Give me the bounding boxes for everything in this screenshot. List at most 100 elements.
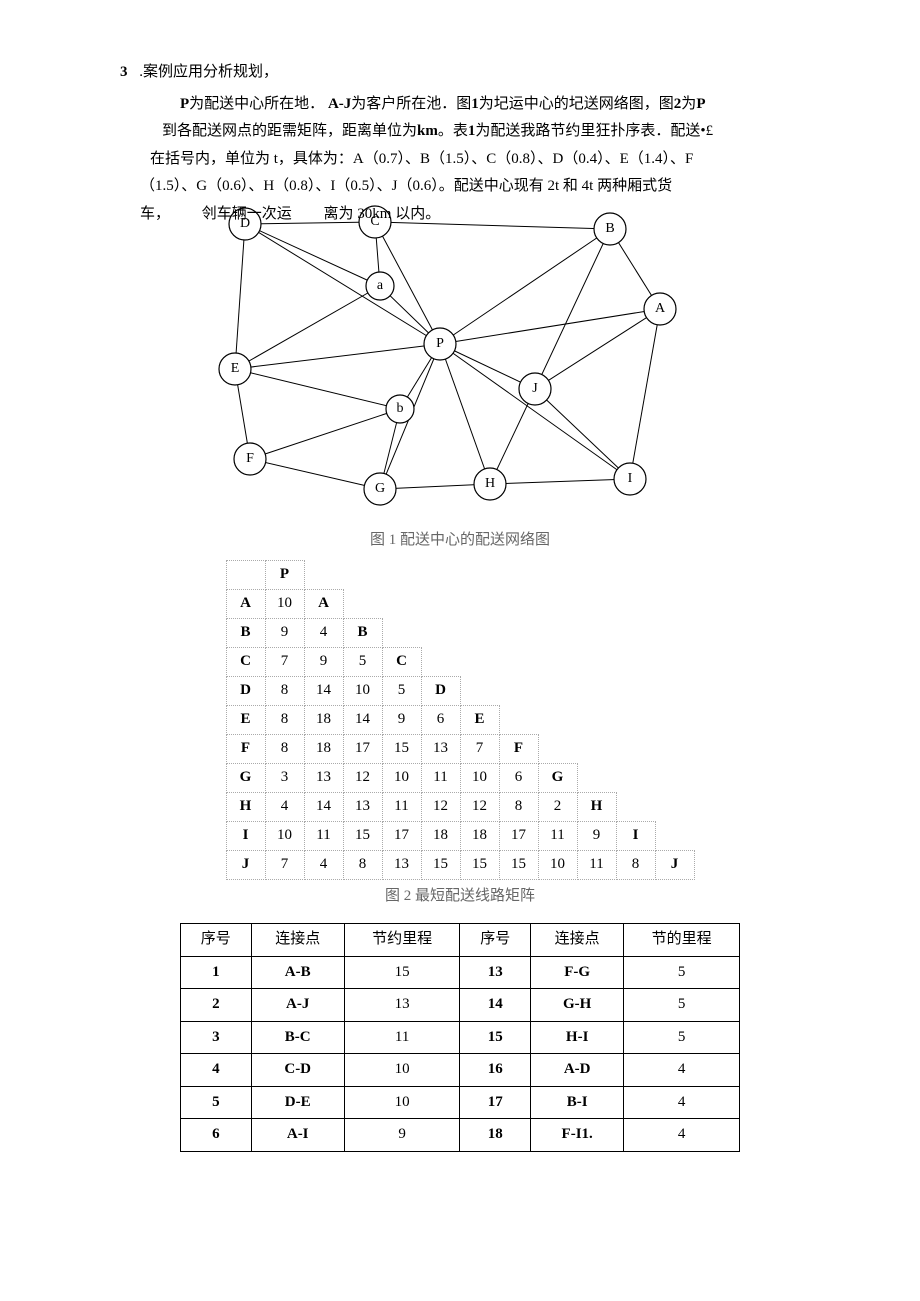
p2e: 为配送我路节约里狂扑序表．配送•£ [475,123,713,139]
seq-cell: 5 [181,1086,252,1119]
p1i: P [696,96,705,112]
section-number: 3 [120,64,128,80]
seq-header-cell: 节的里程 [624,924,740,957]
matrix-cell: 2 [538,792,577,821]
node-a: a [366,272,394,300]
matrix-cell: 15 [460,850,499,879]
matrix-cell: 8 [343,850,382,879]
matrix-cell: C [226,647,265,676]
p1b: 为配送中心所在地． [189,96,324,112]
seq-header-cell: 序号 [460,924,531,957]
matrix-cell: 4 [304,850,343,879]
node-b: b [386,395,414,423]
matrix-cell: 10 [460,763,499,792]
matrix-cell: F [226,734,265,763]
seq-cell: 10 [344,1054,460,1087]
matrix-cell: 10 [343,676,382,705]
matrix-cell: 17 [382,821,421,850]
matrix-cell: 18 [460,821,499,850]
distance-matrix: PA10AB94BC795CD814105DE8181496EF81817151… [226,560,695,880]
matrix-cell: 13 [343,792,382,821]
section-title: .案例应用分析规划， [139,64,278,80]
matrix-cell: E [226,705,265,734]
matrix-cell: A [304,589,343,618]
matrix-cell: 9 [265,618,304,647]
matrix-cell: F [499,734,538,763]
matrix-cell: 15 [421,850,460,879]
seq-cell: 4 [181,1054,252,1087]
seq-cell: 3 [181,1021,252,1054]
seq-cell: F-I1. [531,1119,624,1152]
svg-text:G: G [375,481,385,496]
matrix-cell: A [226,589,265,618]
svg-text:a: a [377,278,384,293]
matrix-cell: 8 [499,792,538,821]
matrix-cell: H [577,792,616,821]
matrix-cell: 4 [265,792,304,821]
matrix-cell: 8 [265,734,304,763]
seq-cell: 1 [181,956,252,989]
p5b: 刢车辆一次运 [202,206,292,222]
matrix-cell: 4 [304,618,343,647]
matrix-cell: 12 [343,763,382,792]
matrix-cell: 13 [421,734,460,763]
matrix-cell: 5 [343,647,382,676]
seq-cell: B-C [251,1021,344,1054]
matrix-cell: G [226,763,265,792]
seq-header-cell: 连接点 [531,924,624,957]
matrix-cell: P [265,560,304,589]
matrix-cell: 7 [265,647,304,676]
p1h: 为 [681,96,696,112]
node-E: E [219,353,251,385]
matrix-cell: 11 [382,792,421,821]
section-heading: 3 .案例应用分析规划， [120,60,800,86]
matrix-cell: 18 [304,705,343,734]
seq-cell: 5 [624,1021,740,1054]
seq-cell: H-I [531,1021,624,1054]
matrix-cell: B [343,618,382,647]
matrix-cell: 9 [577,821,616,850]
matrix-cell: 15 [499,850,538,879]
matrix-cell: D [226,676,265,705]
matrix-cell: D [421,676,460,705]
paragraph-2: 到各配送网点的距需矩阵，距离单位为km。表1为配送我路节约里狂扑序表．配送•£ [162,119,800,145]
seq-cell: A-B [251,956,344,989]
svg-text:I: I [628,471,633,486]
p1f: 为圮运中心的圮送网络图，图 [479,96,674,112]
matrix-cell: J [655,850,694,879]
seq-cell: A-J [251,989,344,1022]
seq-header-cell: 节约里程 [344,924,460,957]
p1c: A-J [328,96,351,112]
savings-table: 序号连接点节约里程序号连接点节的里程1A-B1513F-G52A-J1314G-… [180,923,740,1152]
seq-header-cell: 序号 [181,924,252,957]
svg-text:J: J [532,381,538,396]
matrix-cell: 3 [265,763,304,792]
matrix-cell: J [226,850,265,879]
seq-cell: 9 [344,1119,460,1152]
node-A: A [644,293,676,325]
seq-cell: 2 [181,989,252,1022]
matrix-cell: 6 [499,763,538,792]
matrix-cell: 8 [616,850,655,879]
matrix-cell: 14 [304,792,343,821]
seq-cell: 4 [624,1054,740,1087]
seq-cell: 16 [460,1054,531,1087]
network-diagram: P A B C D E F G H I J a b [120,194,800,524]
matrix-cell: E [460,705,499,734]
matrix-cell: 7 [460,734,499,763]
seq-cell: 5 [624,956,740,989]
matrix-cell: 14 [304,676,343,705]
svg-text:b: b [397,401,404,416]
matrix-cell: 12 [460,792,499,821]
matrix-cell: 10 [382,763,421,792]
matrix-cell: 11 [577,850,616,879]
matrix-cell: 11 [304,821,343,850]
seq-cell: 13 [344,989,460,1022]
matrix-cell: 15 [343,821,382,850]
matrix-cell: 15 [382,734,421,763]
matrix-cell: 18 [421,821,460,850]
p2b: km [417,123,438,139]
node-I: I [614,463,646,495]
matrix-cell: G [538,763,577,792]
seq-cell: A-D [531,1054,624,1087]
